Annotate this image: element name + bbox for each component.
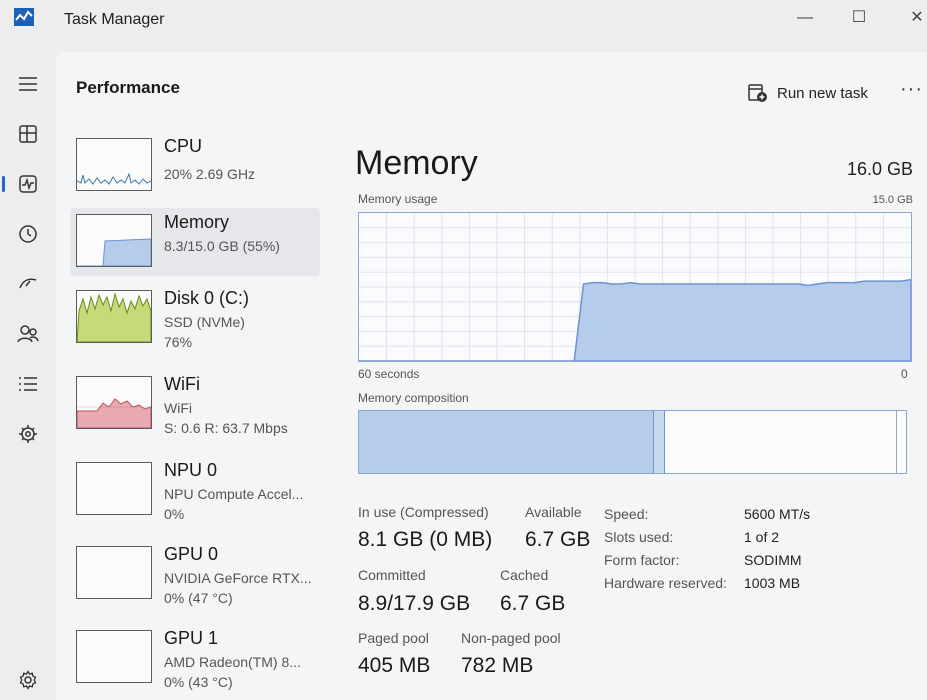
minimize-button[interactable]: — (790, 6, 820, 30)
gpu1-thumbnail-graph (76, 630, 152, 683)
device-usage: 0% (164, 506, 185, 522)
device-name: NPU 0 (164, 460, 218, 480)
performance-icon (19, 175, 37, 193)
device-usage: 8.3/15.0 GB (55%) (164, 238, 280, 254)
committed-label: Committed (358, 567, 426, 583)
nav-startup-apps[interactable] (10, 268, 46, 300)
form-factor-value: SODIMM (744, 552, 802, 568)
cached-label: Cached (500, 567, 549, 583)
cpu-thumbnail-graph (76, 138, 152, 191)
memory-thumbnail-graph (76, 214, 152, 267)
device-throughput: S: 0.6 R: 63.7 Mbps (164, 420, 288, 436)
npu-thumbnail-graph (76, 462, 152, 515)
run-new-task-icon (748, 84, 767, 102)
device-name: GPU 0 (164, 544, 219, 564)
memory-usage-max: 15.0 GB (872, 194, 913, 206)
nav-details[interactable] (10, 368, 46, 400)
slots-used-label: Slots used: (604, 529, 674, 545)
hardware-reserved-label: Hardware reserved: (604, 575, 727, 591)
more-options-button[interactable]: ··· (900, 79, 923, 99)
hardware-reserved-value: 1003 MB (744, 575, 801, 591)
device-usage: 0% (43 °C) (164, 674, 233, 690)
device-model: NVIDIA GeForce RTX... (164, 570, 312, 586)
memory-usage-label: Memory usage (358, 192, 438, 206)
users-icon (17, 325, 39, 343)
device-item-gpu-0[interactable]: GPU 0 NVIDIA GeForce RTX... 0% (47 °C) (70, 540, 320, 608)
details-icon (19, 377, 37, 391)
processes-icon (19, 125, 37, 143)
app-title: Task Manager (64, 11, 165, 28)
maximize-button[interactable]: ☐ (844, 6, 874, 30)
speed-label: Speed: (604, 506, 649, 522)
device-model: NPU Compute Accel... (164, 486, 304, 502)
nav-users[interactable] (10, 318, 46, 350)
main-panel: Performance Run new task ··· CPU 20% 2.6… (56, 52, 927, 700)
device-type: SSD (NVMe) (164, 314, 245, 330)
cached-value: 6.7 GB (500, 592, 566, 615)
nav-app-history[interactable] (10, 218, 46, 250)
run-new-task-label: Run new task (777, 84, 868, 102)
paged-pool-value: 405 MB (358, 654, 431, 677)
device-item-disk-0[interactable]: Disk 0 (C:) SSD (NVMe) 76% (70, 284, 320, 352)
title-bar: Task Manager — ☐ ✕ (0, 0, 927, 44)
device-model: AMD Radeon(TM) 8... (164, 654, 301, 670)
in-use-value: 8.1 GB (0 MB) (358, 528, 493, 551)
device-type: WiFi (164, 400, 192, 416)
paged-pool-label: Paged pool (358, 630, 429, 646)
memory-composition-label: Memory composition (358, 391, 469, 405)
nav-processes[interactable] (10, 118, 46, 150)
composition-in-use-segment[interactable] (359, 411, 655, 473)
device-usage: 20% 2.69 GHz (164, 166, 256, 182)
form-factor-label: Form factor: (604, 552, 680, 568)
services-icon (19, 425, 37, 443)
composition-standby-segment[interactable] (665, 411, 897, 473)
graph-axis-left-label: 60 seconds (358, 367, 420, 381)
device-item-memory[interactable]: Memory 8.3/15.0 GB (55%) (70, 208, 320, 276)
disk-thumbnail-graph (76, 290, 152, 343)
committed-value: 8.9/17.9 GB (358, 592, 471, 615)
wifi-thumbnail-graph (76, 376, 152, 429)
graph-axis-right-label: 0 (901, 367, 908, 381)
device-item-npu-0[interactable]: NPU 0 NPU Compute Accel... 0% (70, 456, 320, 524)
navigation-rail (0, 52, 56, 700)
hamburger-menu-icon (19, 77, 37, 91)
memory-composition-bar (358, 410, 907, 474)
device-name: Disk 0 (C:) (164, 288, 249, 308)
app-history-icon (19, 225, 37, 243)
non-paged-pool-label: Non-paged pool (461, 630, 561, 646)
device-name: CPU (164, 136, 203, 156)
non-paged-pool-value: 782 MB (461, 654, 534, 677)
device-item-gpu-1[interactable]: GPU 1 AMD Radeon(TM) 8... 0% (43 °C) (70, 624, 320, 692)
in-use-label: In use (Compressed) (358, 504, 489, 520)
composition-modified-segment[interactable] (654, 411, 666, 473)
speed-value: 5600 MT/s (744, 506, 811, 522)
settings-icon (19, 670, 37, 690)
active-indicator (2, 176, 5, 192)
device-name: WiFi (164, 374, 200, 394)
memory-panel-title: Memory (355, 144, 478, 182)
nav-settings[interactable] (10, 664, 46, 696)
run-new-task-button[interactable]: Run new task (748, 80, 868, 106)
slots-used-value: 1 of 2 (744, 529, 780, 545)
device-usage: 76% (164, 334, 193, 350)
device-item-cpu[interactable]: CPU 20% 2.69 GHz (70, 132, 320, 200)
menu-toggle-button[interactable] (10, 68, 46, 100)
available-value: 6.7 GB (525, 528, 591, 551)
device-usage: 0% (47 °C) (164, 590, 233, 606)
nav-performance[interactable] (2, 168, 46, 200)
nav-services[interactable] (10, 418, 46, 450)
gpu0-thumbnail-graph (76, 546, 152, 599)
memory-usage-graph (358, 212, 912, 362)
memory-total: 16.0 GB (846, 159, 913, 179)
device-name: Memory (164, 212, 230, 232)
startup-icon (19, 278, 37, 289)
device-item-wifi[interactable]: WiFi WiFi S: 0.6 R: 63.7 Mbps (70, 370, 320, 438)
task-manager-app-icon (14, 8, 34, 26)
available-label: Available (525, 504, 582, 520)
device-name: GPU 1 (164, 628, 219, 648)
page-title: Performance (76, 78, 180, 97)
close-button[interactable]: ✕ (902, 6, 927, 30)
